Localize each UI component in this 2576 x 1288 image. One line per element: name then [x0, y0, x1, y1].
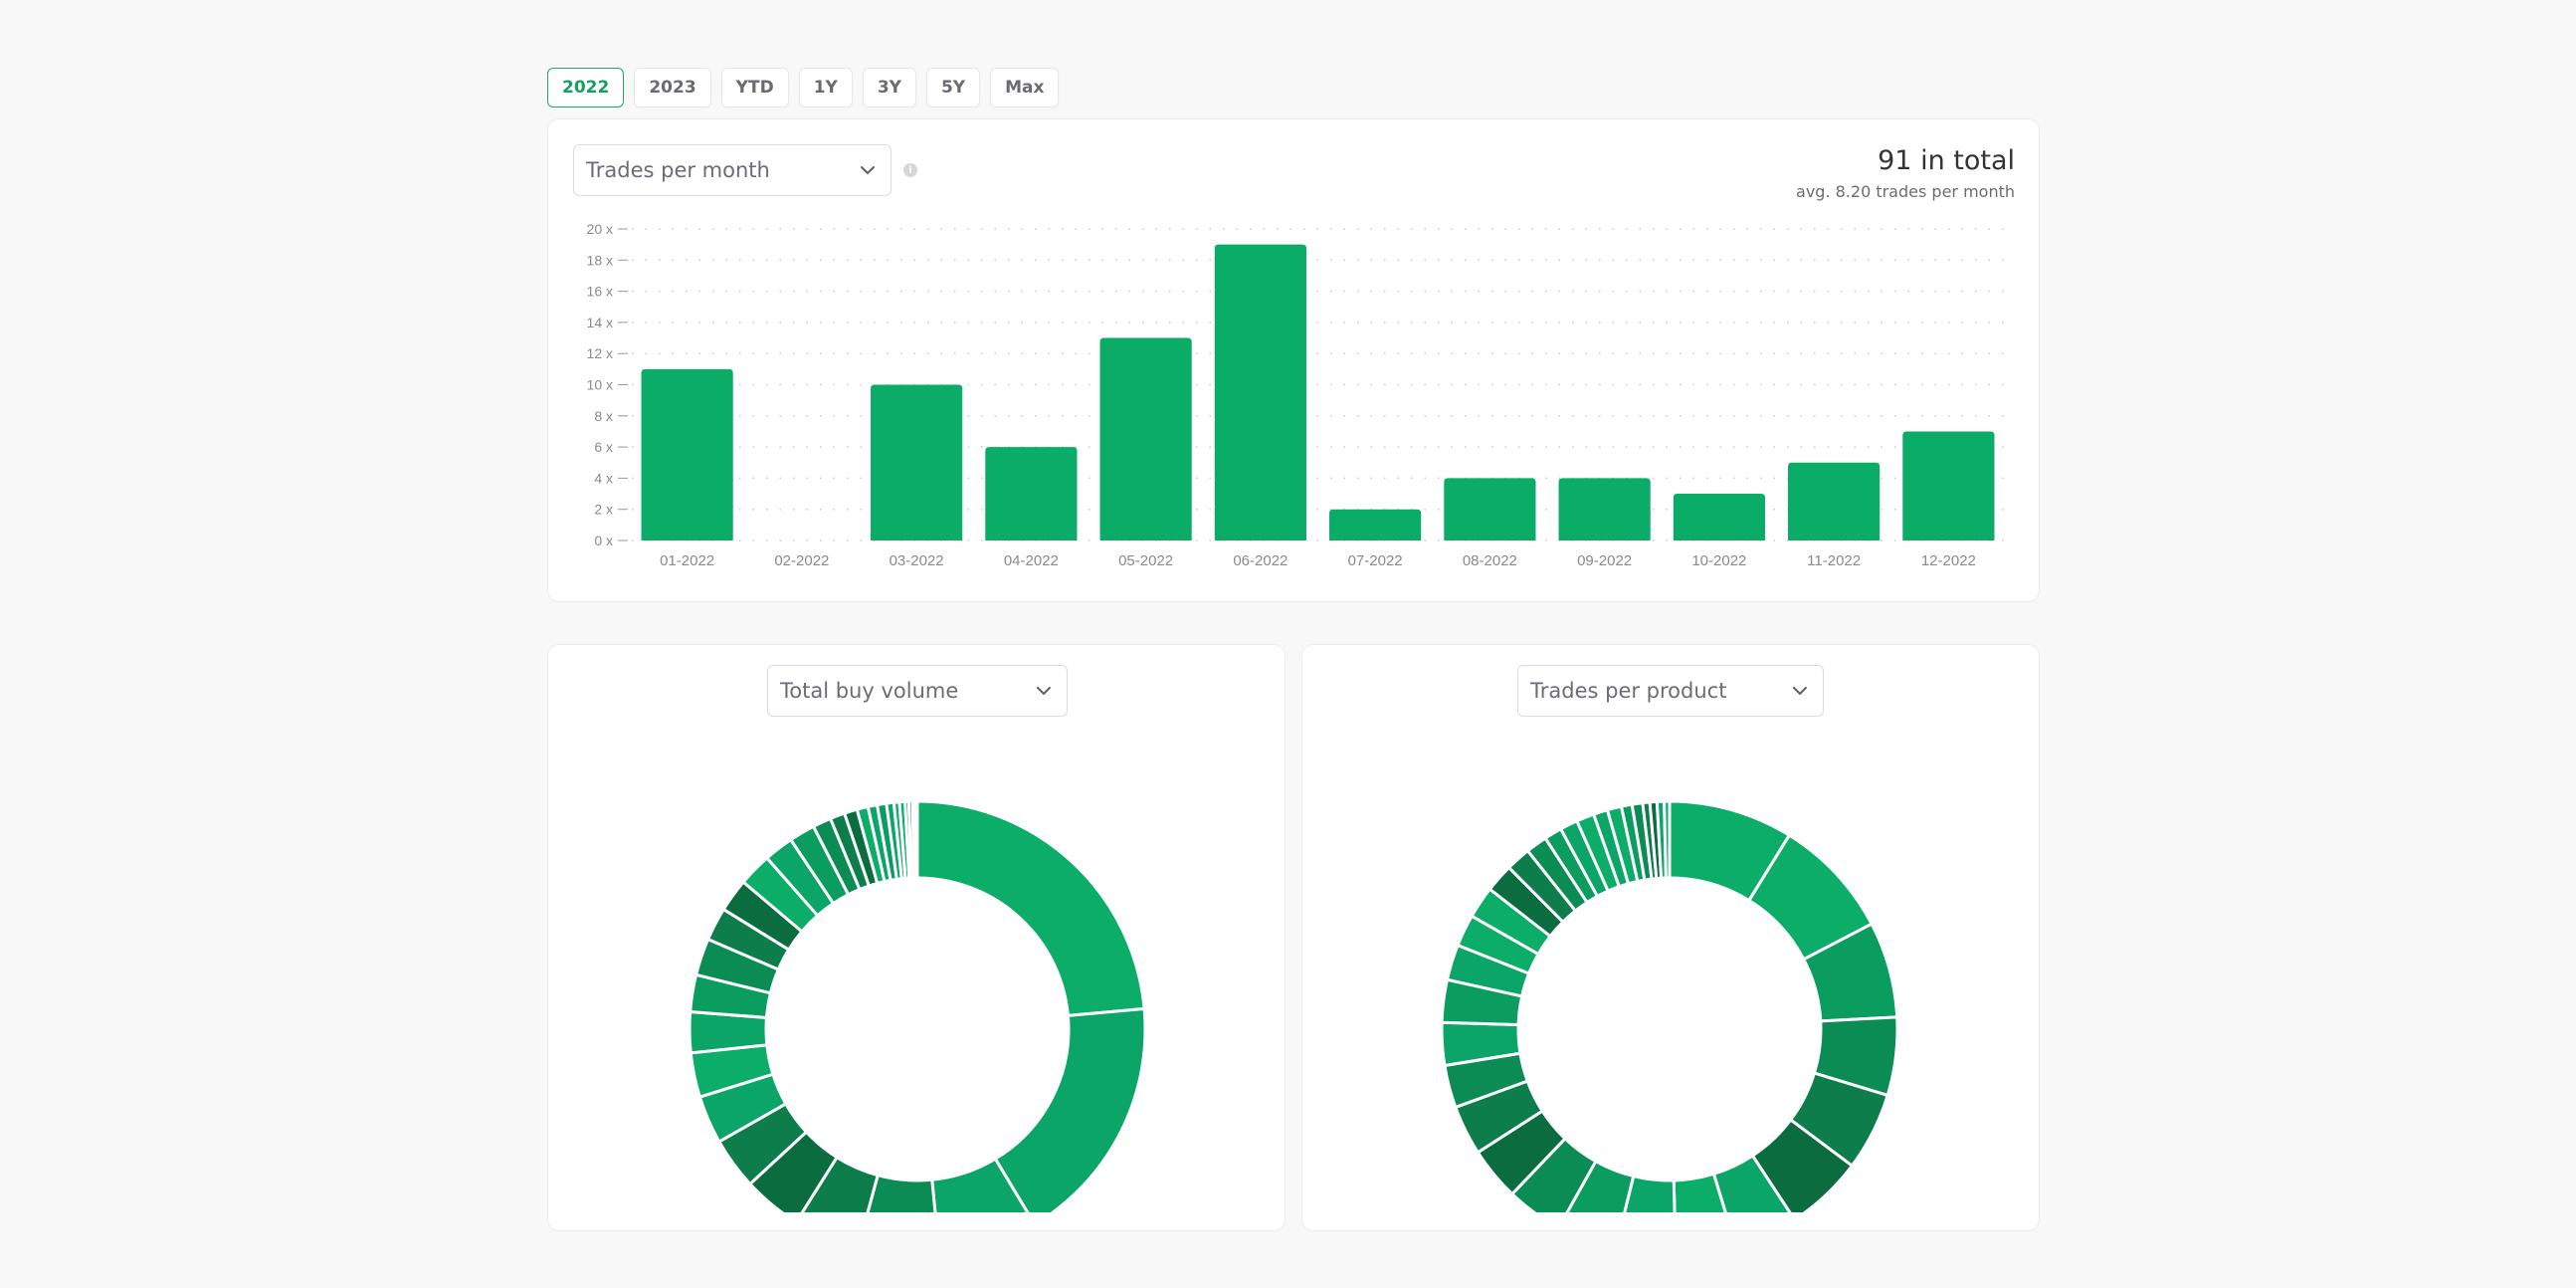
x-tick-label: 11-2022	[1807, 552, 1861, 569]
y-tick-label: 18 x	[587, 252, 613, 268]
y-tick-label: 2 x	[594, 502, 613, 518]
buy-volume-donut	[688, 799, 1147, 1212]
donut-slice[interactable]	[1663, 799, 1672, 880]
range-tab-5y[interactable]: 5Y	[925, 68, 981, 107]
x-tick-label: 09-2022	[1577, 552, 1632, 569]
x-tick-label: 01-2022	[660, 552, 714, 569]
product-select[interactable]: Trades per product	[1517, 665, 1824, 717]
bar-07-2022[interactable]	[1329, 509, 1422, 540]
range-tab-2023[interactable]: 2023	[634, 68, 711, 107]
y-tick-label: 4 x	[594, 470, 613, 486]
range-tab-ytd[interactable]: YTD	[720, 68, 789, 107]
bar-05-2022[interactable]	[1099, 337, 1192, 540]
x-tick-label: 06-2022	[1233, 552, 1288, 569]
bar-03-2022[interactable]	[871, 384, 963, 541]
total-summary: 91 in total avg. 8.20 trades per month	[1796, 145, 2015, 201]
y-tick-label: 8 x	[594, 408, 613, 424]
x-tick-label: 02-2022	[774, 552, 829, 569]
chevron-down-icon	[1033, 680, 1055, 702]
trades-per-product-card: Trades per product	[1301, 644, 2040, 1231]
bar-chart: 0 x 2 x 4 x 6 x 8 x 10 x 12 x 14 x 16 x 18 x 20 x 0…	[587, 221, 2006, 569]
y-tick-label: 12 x	[587, 345, 613, 361]
range-tab-2022[interactable]: 2022	[547, 68, 625, 107]
y-tick-label: 6 x	[594, 439, 613, 455]
x-tick-label: 03-2022	[890, 552, 944, 569]
info-icon[interactable]: i	[903, 163, 917, 177]
metric-select[interactable]: Trades per month	[573, 144, 892, 196]
metric-select-value: Trades per month	[586, 158, 770, 182]
y-tick-label: 10 x	[587, 377, 613, 393]
product-select-value: Trades per product	[1530, 679, 1727, 703]
range-tab-1y[interactable]: 1Y	[798, 68, 853, 107]
y-tick-label: 0 x	[594, 533, 613, 548]
chevron-down-icon	[857, 159, 879, 181]
bar-09-2022[interactable]	[1558, 478, 1651, 540]
bar-06-2022[interactable]	[1214, 244, 1306, 540]
range-tab-max[interactable]: Max	[990, 68, 1060, 107]
x-tick-label: 04-2022	[1004, 552, 1059, 569]
bar-12-2022[interactable]	[1902, 431, 1995, 540]
trades-per-product-donut	[1440, 799, 1899, 1212]
donut-slice[interactable]	[993, 1006, 1147, 1212]
chevron-down-icon	[1789, 680, 1811, 702]
bar-08-2022[interactable]	[1444, 478, 1536, 540]
bar-11-2022[interactable]	[1788, 462, 1881, 540]
x-tick-label: 07-2022	[1348, 552, 1403, 569]
total-count: 91 in total	[1878, 145, 2015, 176]
y-tick-label: 14 x	[587, 315, 613, 330]
donut-slice[interactable]	[913, 799, 919, 880]
x-tick-label: 08-2022	[1463, 552, 1517, 569]
donut-slice[interactable]	[915, 799, 1146, 1018]
x-tick-label: 05-2022	[1118, 552, 1173, 569]
x-tick-label: 12-2022	[1921, 552, 1976, 569]
volume-select-value: Total buy volume	[780, 679, 959, 703]
dashboard: 2022 2023 YTD 1Y 3Y 5Y Max Trades per month i …	[547, 68, 2040, 1231]
bar-04-2022[interactable]	[985, 447, 1078, 540]
volume-select[interactable]: Total buy volume	[767, 665, 1068, 717]
range-tabs: 2022 2023 YTD 1Y 3Y 5Y Max	[547, 68, 2040, 108]
bar-01-2022[interactable]	[641, 368, 733, 540]
total-buy-volume-card: Total buy volume	[547, 644, 1286, 1231]
y-tick-label: 16 x	[587, 284, 613, 300]
y-tick-label: 20 x	[587, 221, 613, 237]
trades-per-month-card: Trades per month i 91 in total avg. 8.20…	[547, 118, 2040, 602]
range-tab-3y[interactable]: 3Y	[862, 68, 916, 107]
average-per-month: avg. 8.20 trades per month	[1796, 182, 2015, 201]
bar-10-2022[interactable]	[1673, 494, 1765, 540]
x-tick-label: 10-2022	[1691, 552, 1746, 569]
